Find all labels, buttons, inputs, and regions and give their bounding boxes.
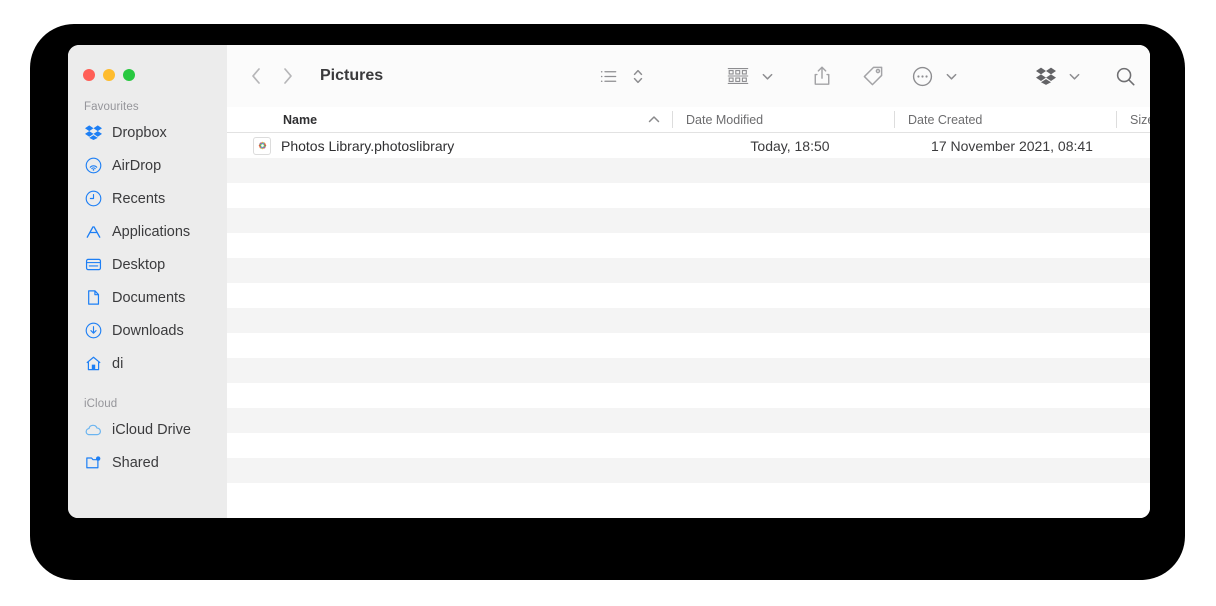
close-button[interactable] xyxy=(83,69,95,81)
cloud-icon xyxy=(84,421,102,439)
sidebar-item-shared[interactable]: Shared xyxy=(68,446,227,479)
main-pane: Pictures Name Date Modified Date Created… xyxy=(227,45,1150,518)
sidebar-item-downloads[interactable]: Downloads xyxy=(68,314,227,347)
empty-row xyxy=(227,233,1150,258)
desktop-icon xyxy=(84,256,102,274)
chevron-down-icon[interactable] xyxy=(945,70,958,83)
group-by-icon[interactable] xyxy=(727,66,749,86)
sidebar-item-label: AirDrop xyxy=(112,157,162,174)
dropbox-menu-group xyxy=(1036,66,1081,86)
empty-row xyxy=(227,408,1150,433)
column-label: Date Created xyxy=(908,112,983,127)
view-options-group xyxy=(599,67,645,86)
finder-window: Favourites Dropbox AirDrop Recents Appli… xyxy=(68,45,1150,518)
clock-icon xyxy=(84,190,102,208)
screenshot-stage: Favourites Dropbox AirDrop Recents Appli… xyxy=(0,0,1216,606)
sidebar-item-label: di xyxy=(112,355,124,372)
more-options-group xyxy=(912,66,958,87)
empty-row xyxy=(227,433,1150,458)
sort-ascending-icon xyxy=(648,115,660,124)
maximize-button[interactable] xyxy=(123,69,135,81)
sort-chevrons-icon[interactable] xyxy=(631,67,645,86)
search-icon[interactable] xyxy=(1115,66,1136,87)
empty-row xyxy=(227,283,1150,308)
group-by-group xyxy=(727,66,774,86)
empty-row xyxy=(227,308,1150,333)
airdrop-icon xyxy=(84,157,102,175)
column-label: Size xyxy=(1130,112,1150,127)
sidebar-item-label: Desktop xyxy=(112,256,166,273)
sidebar-item-documents[interactable]: Documents xyxy=(68,281,227,314)
window-controls xyxy=(68,45,227,81)
back-icon[interactable] xyxy=(249,66,263,86)
empty-row xyxy=(227,383,1150,408)
sidebar-item-recents[interactable]: Recents xyxy=(68,182,227,215)
file-name-label: Photos Library.photoslibrary xyxy=(281,137,455,154)
sidebar-section-favourites-label: Favourites xyxy=(84,101,139,113)
forward-icon[interactable] xyxy=(281,66,295,86)
sidebar-item-icloud-drive[interactable]: iCloud Drive xyxy=(68,413,227,446)
column-header-name[interactable]: Name xyxy=(227,107,672,132)
empty-row xyxy=(227,458,1150,483)
sidebar-item-label: Downloads xyxy=(112,322,184,339)
empty-row xyxy=(227,183,1150,208)
sidebar-item-label: Applications xyxy=(112,223,191,240)
dropbox-icon[interactable] xyxy=(1036,66,1056,86)
column-header-date-created[interactable]: Date Created xyxy=(894,107,1116,132)
sidebar-item-desktop[interactable]: Desktop xyxy=(68,248,227,281)
sidebar-item-label: Shared xyxy=(112,454,159,471)
shared-folder-icon xyxy=(84,454,102,472)
toolbar: Pictures xyxy=(227,45,1150,107)
empty-row xyxy=(227,208,1150,233)
sidebar-item-label: iCloud Drive xyxy=(112,421,191,438)
file-date-modified: Today, 18:50 xyxy=(750,137,830,154)
column-label: Date Modified xyxy=(686,112,764,127)
chevron-down-icon[interactable] xyxy=(1068,70,1081,83)
sidebar-item-label: Documents xyxy=(112,289,186,306)
sidebar-item-applications[interactable]: Applications xyxy=(68,215,227,248)
minimize-button[interactable] xyxy=(103,69,115,81)
column-header-date-modified[interactable]: Date Modified xyxy=(672,107,894,132)
tag-icon[interactable] xyxy=(862,65,884,87)
column-label: Name xyxy=(283,112,318,127)
empty-row xyxy=(227,483,1150,508)
list-view-icon[interactable] xyxy=(599,67,618,86)
home-icon xyxy=(84,355,102,373)
table-row[interactable]: Photos Library.photoslibrary Today, 18:5… xyxy=(227,133,1150,158)
empty-row xyxy=(227,158,1150,183)
sidebar-item-label: Dropbox xyxy=(112,124,167,141)
sidebar-item-dropbox[interactable]: Dropbox xyxy=(68,116,227,149)
photos-library-icon xyxy=(253,136,271,155)
empty-row xyxy=(227,333,1150,358)
sidebar-item-di[interactable]: di xyxy=(68,347,227,380)
empty-row xyxy=(227,358,1150,383)
applications-icon xyxy=(84,223,102,241)
document-icon xyxy=(84,289,102,307)
empty-row xyxy=(227,258,1150,283)
file-list[interactable]: Photos Library.photoslibrary Today, 18:5… xyxy=(227,133,1150,518)
dropbox-icon xyxy=(84,124,102,142)
sidebar-item-label: Recents xyxy=(112,190,166,207)
sidebar-section-icloud-label: iCloud xyxy=(84,398,118,410)
share-icon[interactable] xyxy=(812,65,832,87)
file-size xyxy=(1116,133,1150,158)
file-name-cell: Photos Library.photoslibrary xyxy=(227,133,672,158)
sidebar: Favourites Dropbox AirDrop Recents Appli… xyxy=(68,45,227,518)
download-icon xyxy=(84,322,102,340)
column-header-row: Name Date Modified Date Created Size xyxy=(227,107,1150,133)
page-title: Pictures xyxy=(320,67,384,84)
file-date-created: 17 November 2021, 08:41 xyxy=(931,137,1093,154)
column-header-size[interactable]: Size xyxy=(1116,107,1150,132)
chevron-down-icon[interactable] xyxy=(761,70,774,83)
more-options-icon[interactable] xyxy=(912,66,933,87)
sidebar-item-airdrop[interactable]: AirDrop xyxy=(68,149,227,182)
navigation-arrows xyxy=(249,66,295,86)
